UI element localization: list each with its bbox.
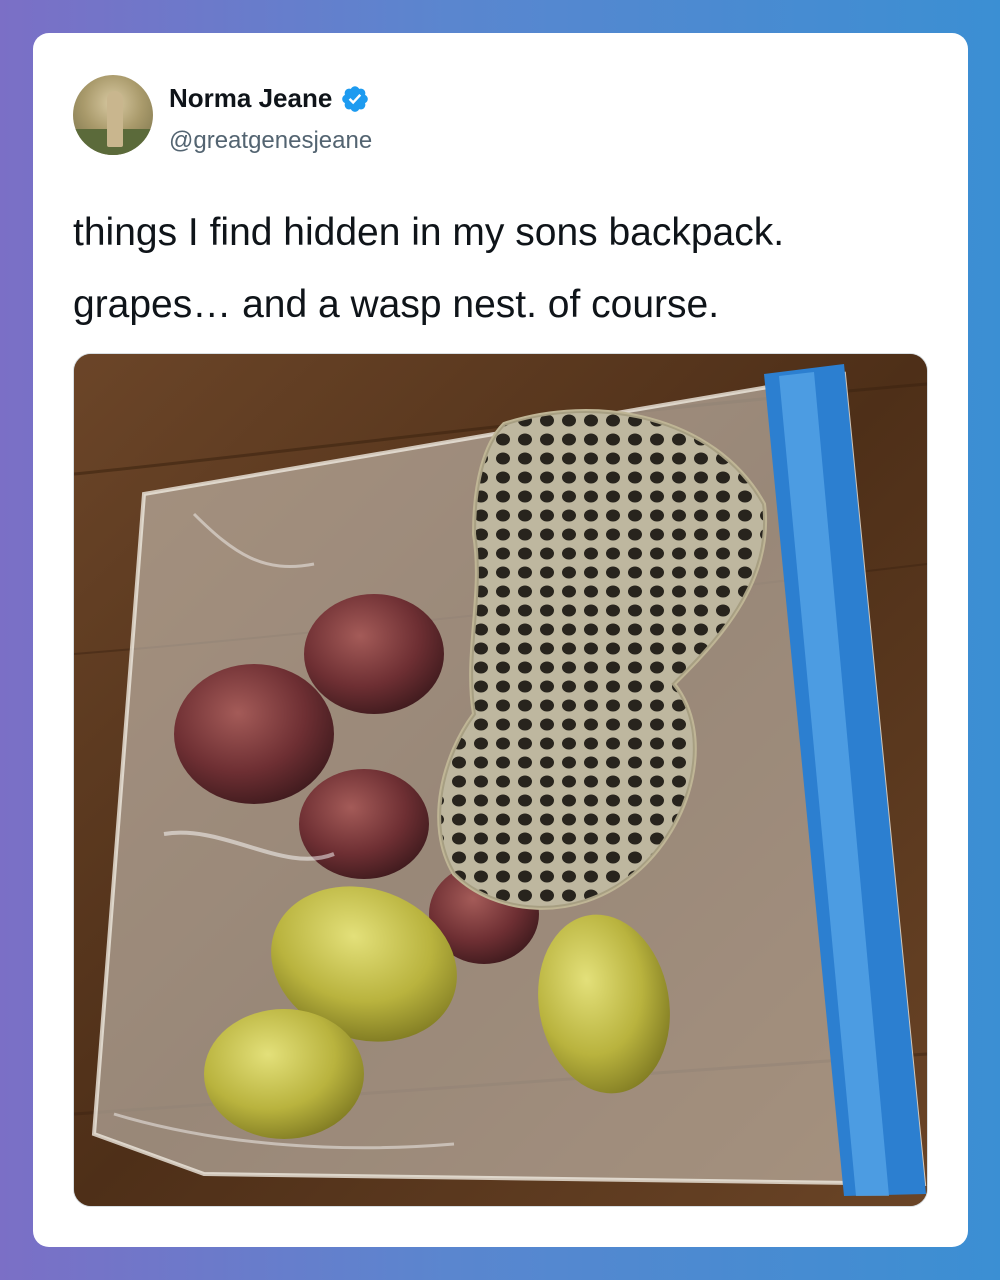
author-name-row: Norma Jeane [169, 83, 370, 114]
avatar[interactable] [73, 75, 153, 155]
author-handle[interactable]: @greatgenesjeane [169, 127, 372, 155]
tweet-photo[interactable] [73, 353, 928, 1207]
photo-illustration [74, 354, 927, 1206]
tweet-card: Norma Jeane @greatgenesjeane things I fi… [33, 33, 968, 1247]
avatar-figure [107, 91, 123, 147]
tweet-text-line: things I find hidden in my sons backpack… [73, 211, 785, 254]
tweet-text: things I find hidden in my sons backpack… [73, 197, 933, 341]
verified-badge-icon [342, 85, 369, 112]
tweet-text-line: grapes… and a wasp nest. of course. [73, 283, 720, 326]
author-name[interactable]: Norma Jeane [169, 83, 332, 114]
